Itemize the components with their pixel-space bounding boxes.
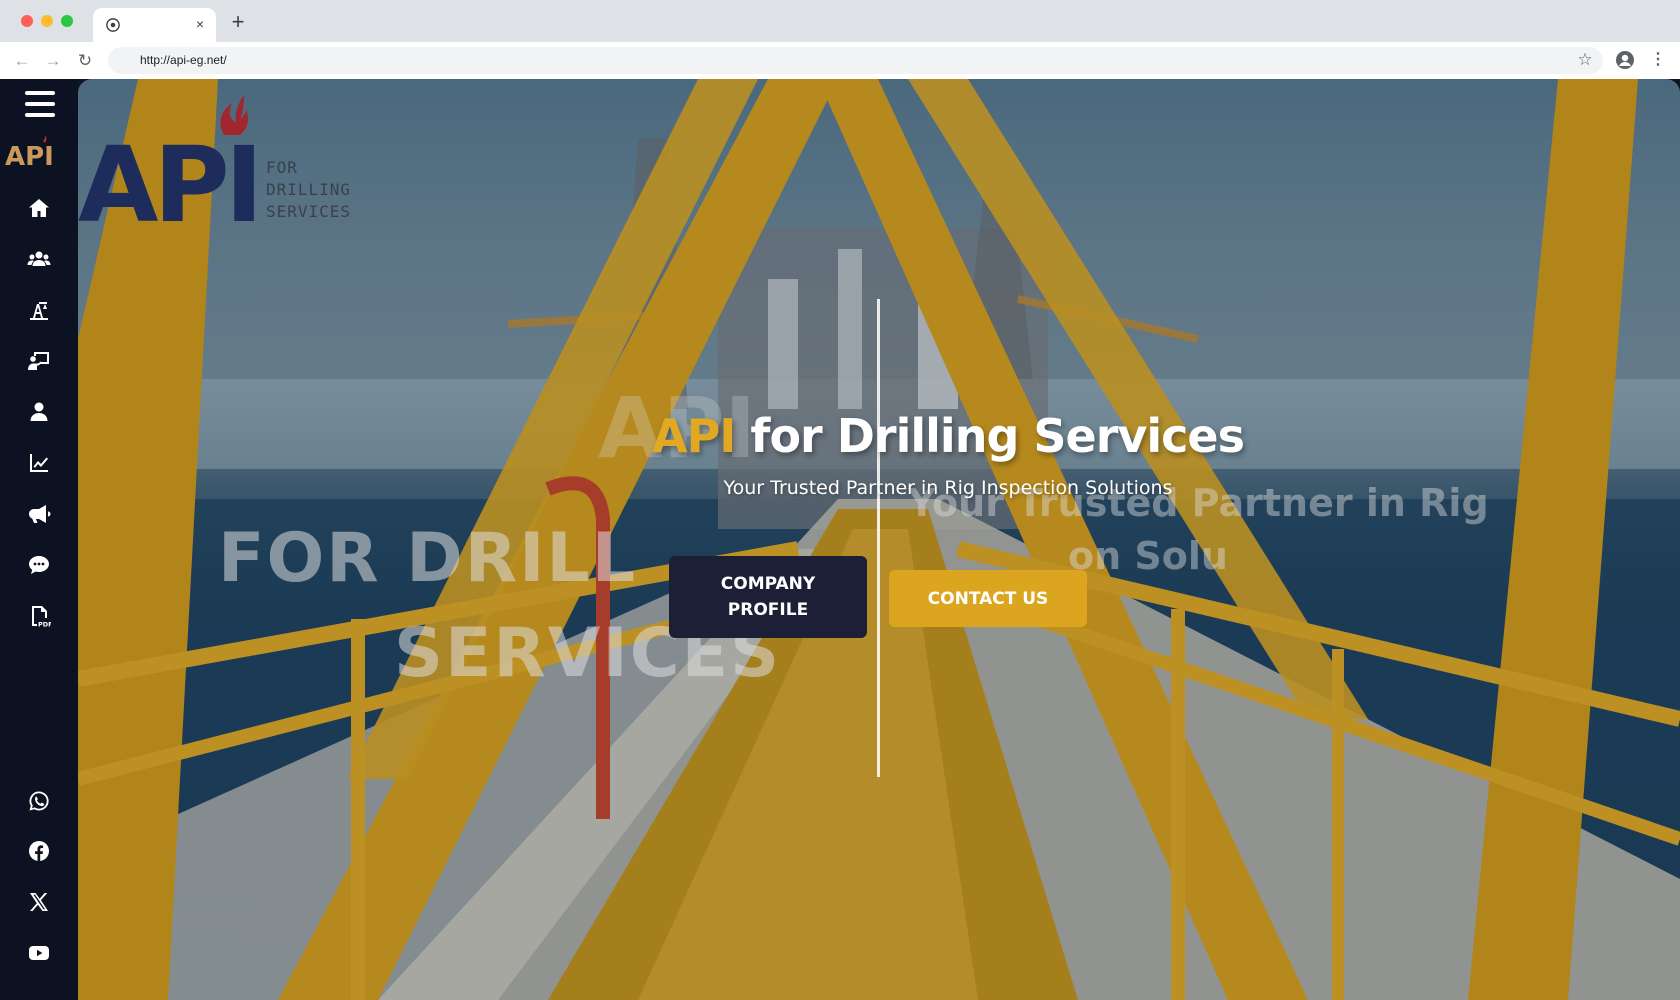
reload-button[interactable]: ↻ [74, 50, 96, 72]
megaphone-icon[interactable] [22, 497, 56, 531]
hero-subtitle: Your Trusted Partner in Rig Inspection S… [723, 477, 1173, 499]
ghost-text-right-2: on Solu [1068, 534, 1228, 578]
home-icon[interactable] [22, 191, 56, 225]
browser-tab-bar: × + [0, 0, 1680, 42]
tab-close-button[interactable]: × [191, 15, 209, 33]
contact-us-button[interactable]: CONTACT US [889, 570, 1087, 627]
back-button[interactable]: ← [11, 50, 33, 72]
browser-tab[interactable]: × [93, 8, 216, 42]
whatsapp-icon[interactable] [22, 784, 56, 818]
minimize-window-button[interactable] [41, 15, 53, 27]
hamburger-menu-icon[interactable] [25, 91, 55, 119]
webpage: API PDF API FOR DRILLING SERVICES API FO… [0, 79, 1680, 1000]
bookmark-star-icon[interactable]: ☆ [1575, 50, 1595, 70]
pdf-icon[interactable]: PDF [22, 599, 56, 633]
sidebar: API PDF [0, 79, 78, 1000]
company-logo[interactable]: API FOR DRILLING SERVICES [78, 87, 358, 246]
chrome-icon [106, 18, 120, 32]
browser-toolbar: ← → ↻ http://api-eg.net/ ☆ ⋮ [0, 42, 1680, 80]
forward-button[interactable]: → [42, 50, 64, 72]
browser-menu-icon[interactable]: ⋮ [1648, 50, 1668, 70]
hero-section: API FOR DRILLING SERVICES API FOR DRILL … [78, 79, 1680, 1000]
center-divider [877, 299, 880, 777]
chat-icon[interactable] [22, 548, 56, 582]
ghost-text-line-1: FOR DRILL [218, 519, 638, 598]
logo-mark: API [78, 124, 263, 246]
chart-icon[interactable] [22, 446, 56, 480]
hero-title: API for Drilling Services [538, 409, 1358, 463]
address-bar[interactable]: http://api-eg.net/ [108, 47, 1603, 74]
logo-tagline: FOR DRILLING SERVICES [266, 158, 352, 221]
youtube-icon[interactable] [22, 936, 56, 970]
users-icon[interactable] [22, 242, 56, 276]
training-icon[interactable] [22, 344, 56, 378]
profile-icon[interactable] [1615, 50, 1635, 70]
new-tab-button[interactable]: + [228, 11, 248, 33]
sidebar-logo[interactable]: API [5, 135, 75, 172]
company-profile-label: COMPANY PROFILE [720, 574, 816, 620]
hero-title-accent: API [651, 409, 736, 463]
close-window-button[interactable] [21, 15, 33, 27]
maximize-window-button[interactable] [61, 15, 73, 27]
x-icon[interactable] [22, 885, 56, 919]
company-profile-button[interactable]: COMPANY PROFILE [669, 556, 867, 638]
hero-title-rest: for Drilling Services [735, 409, 1245, 463]
oil-rig-icon[interactable] [22, 293, 56, 327]
facebook-icon[interactable] [22, 834, 56, 868]
url-text: http://api-eg.net/ [140, 53, 227, 67]
sidebar-logo-text: API [5, 142, 54, 171]
user-icon[interactable] [22, 395, 56, 429]
svg-text:PDF: PDF [38, 621, 51, 629]
